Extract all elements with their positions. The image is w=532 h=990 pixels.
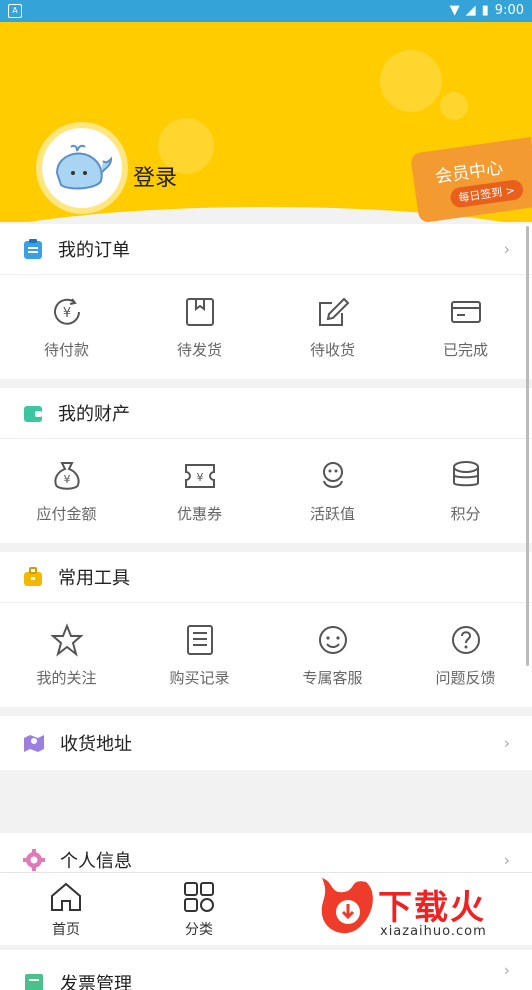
invoice-label: 发票管理 [60,974,132,990]
order-pending-shipment-label: 待发货 [176,340,222,359]
orders-title: 我的订单 [58,240,130,261]
completed-icon [450,300,481,323]
toolbox-icon [24,567,42,586]
invoice-row[interactable]: 发票管理 › [0,950,532,990]
assets-header[interactable]: 我的财产 [0,388,532,439]
orders-header[interactable]: 我的订单 › [0,224,532,275]
order-pending-payment-label: 待付款 [43,340,89,359]
order-pending-receipt[interactable]: 待收货 [266,275,399,379]
invoice-icon [25,974,43,990]
shipping-address-row[interactable]: 收货地址 › [0,716,532,770]
scrollbar[interactable] [526,226,529,666]
assets-title: 我的财产 [58,404,130,425]
flame-logo-icon [321,878,373,934]
clipboard-icon [24,239,42,259]
svg-text:¥: ¥ [196,471,203,484]
asset-activity[interactable]: 活跃值 [266,439,399,543]
tools-header[interactable]: 常用工具 [0,552,532,603]
asset-amount-due-label: 应付金额 [36,504,97,523]
whale-avatar-icon [55,144,113,190]
receipt-icon [186,624,213,655]
tool-favorites-label: 我的关注 [36,668,97,687]
tools-section: 常用工具 我的关注 购买记录 专属客服 问题反馈 [0,552,532,707]
smile-icon [318,625,347,654]
svg-text:¥: ¥ [63,473,70,486]
shipping-address-label: 收货地址 [60,734,132,755]
tab-home-label: 首页 [52,922,80,938]
avatar[interactable] [36,122,128,214]
login-link[interactable]: 登录 [133,160,177,192]
svg-text:¥: ¥ [62,306,70,321]
assets-section: 我的财产 ¥ 应付金额 ¥ 优惠券 活跃值 积分 [0,388,532,543]
money-bag-icon: ¥ [53,461,80,490]
tools-title: 常用工具 [58,568,130,589]
asset-amount-due[interactable]: ¥ 应付金额 [0,439,133,543]
order-completed[interactable]: 已完成 [399,275,532,379]
decor-bubble [440,92,468,120]
tool-purchase-history[interactable]: 购买记录 [133,603,266,707]
chevron-right-icon: › [503,733,510,753]
pending-payment-icon: ¥ [53,297,80,325]
chevron-right-icon: › [503,239,510,259]
chevron-right-icon: › [503,850,510,870]
question-icon [451,625,480,654]
watermark-url: xiazaihuo.com [380,924,487,939]
coupon-icon: ¥ [184,463,215,488]
personal-info-label: 个人信息 [60,851,132,872]
wallet-icon [24,406,42,422]
tool-favorites[interactable]: 我的关注 [0,603,133,707]
map-icon [24,735,44,752]
asset-points-label: 积分 [450,504,481,523]
decor-bubble [380,50,442,112]
tool-feedback-label: 问题反馈 [435,668,496,687]
app-notification-icon: A [8,4,22,18]
battery-icon: ▮ [481,3,489,18]
vip-center-badge[interactable]: 会员中心 每日签到 > [410,137,532,222]
activity-icon [322,461,343,488]
asset-activity-label: 活跃值 [309,504,355,523]
tool-purchase-history-label: 购买记录 [169,668,230,687]
wifi-icon: ▼ [449,3,460,18]
order-pending-receipt-label: 待收货 [309,340,355,359]
asset-points[interactable]: 积分 [399,439,532,543]
asset-coupon[interactable]: ¥ 优惠券 [133,439,266,543]
signal-icon: ◢ [465,3,476,18]
tool-customer-service-label: 专属客服 [302,668,363,687]
status-bar: A ▼ ◢ ▮ 9:00 [0,0,532,22]
pending-shipment-icon [185,297,214,326]
tab-category-label: 分类 [185,922,213,938]
chevron-right-icon: › [503,960,510,980]
order-pending-shipment[interactable]: 待发货 [133,275,266,379]
star-icon [49,622,84,657]
coins-icon [452,460,479,486]
orders-section: 我的订单 › ¥ 待付款 待发货 待收货 已完成 [0,224,532,379]
pending-receipt-icon [318,297,349,326]
gear-icon [23,849,45,871]
tool-feedback[interactable]: 问题反馈 [399,603,532,707]
asset-coupon-label: 优惠券 [176,504,222,523]
tab-category[interactable]: 分类 [159,881,239,939]
tab-home[interactable]: 首页 [26,881,106,939]
order-pending-payment[interactable]: ¥ 待付款 [0,275,133,379]
watermark: 下载火 xiazaihuo.com [316,872,532,944]
category-grid-icon [184,882,214,912]
home-icon [51,882,81,911]
watermark-brand: 下载火 [378,888,486,928]
tool-customer-service[interactable]: 专属客服 [266,603,399,707]
status-time: 9:00 [494,3,524,18]
order-completed-label: 已完成 [442,340,488,359]
